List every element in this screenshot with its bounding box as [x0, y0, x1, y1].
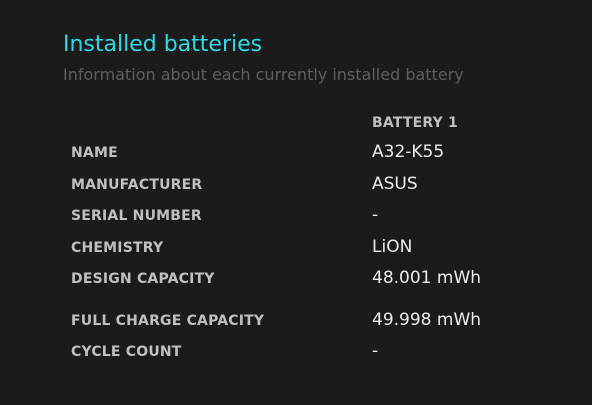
section-title: Installed batteries: [63, 32, 263, 57]
row-label: MANUFACTURER: [71, 177, 203, 193]
row-value: -: [372, 341, 379, 361]
table-row-manufacturer: MANUFACTURER ASUS: [0, 173, 592, 197]
row-value: 49.998 mWh: [372, 310, 482, 330]
battery-report-section: Installed batteries Information about ea…: [0, 0, 592, 405]
row-label: NAME: [71, 145, 118, 161]
section-subtitle: Information about each currently install…: [63, 65, 464, 84]
table-row-design-capacity: DESIGN CAPACITY 48.001 mWh: [0, 267, 592, 291]
row-value: ASUS: [372, 174, 418, 194]
table-row-full-charge-capacity: FULL CHARGE CAPACITY 49.998 mWh: [0, 309, 592, 333]
table-row-serial-number: SERIAL NUMBER -: [0, 204, 592, 228]
row-value: A32-K55: [372, 142, 445, 162]
row-value: -: [372, 205, 379, 225]
row-label: CHEMISTRY: [71, 240, 164, 256]
table-row-chemistry: CHEMISTRY LiON: [0, 236, 592, 260]
row-value: LiON: [372, 237, 413, 257]
row-label: CYCLE COUNT: [71, 344, 182, 360]
row-label: FULL CHARGE CAPACITY: [71, 313, 265, 329]
table-row-name: NAME A32-K55: [0, 141, 592, 165]
battery-column-header: BATTERY 1: [372, 115, 458, 131]
table-row-cycle-count: CYCLE COUNT -: [0, 340, 592, 364]
row-label: DESIGN CAPACITY: [71, 271, 215, 287]
row-value: 48.001 mWh: [372, 268, 482, 288]
row-label: SERIAL NUMBER: [71, 208, 202, 224]
